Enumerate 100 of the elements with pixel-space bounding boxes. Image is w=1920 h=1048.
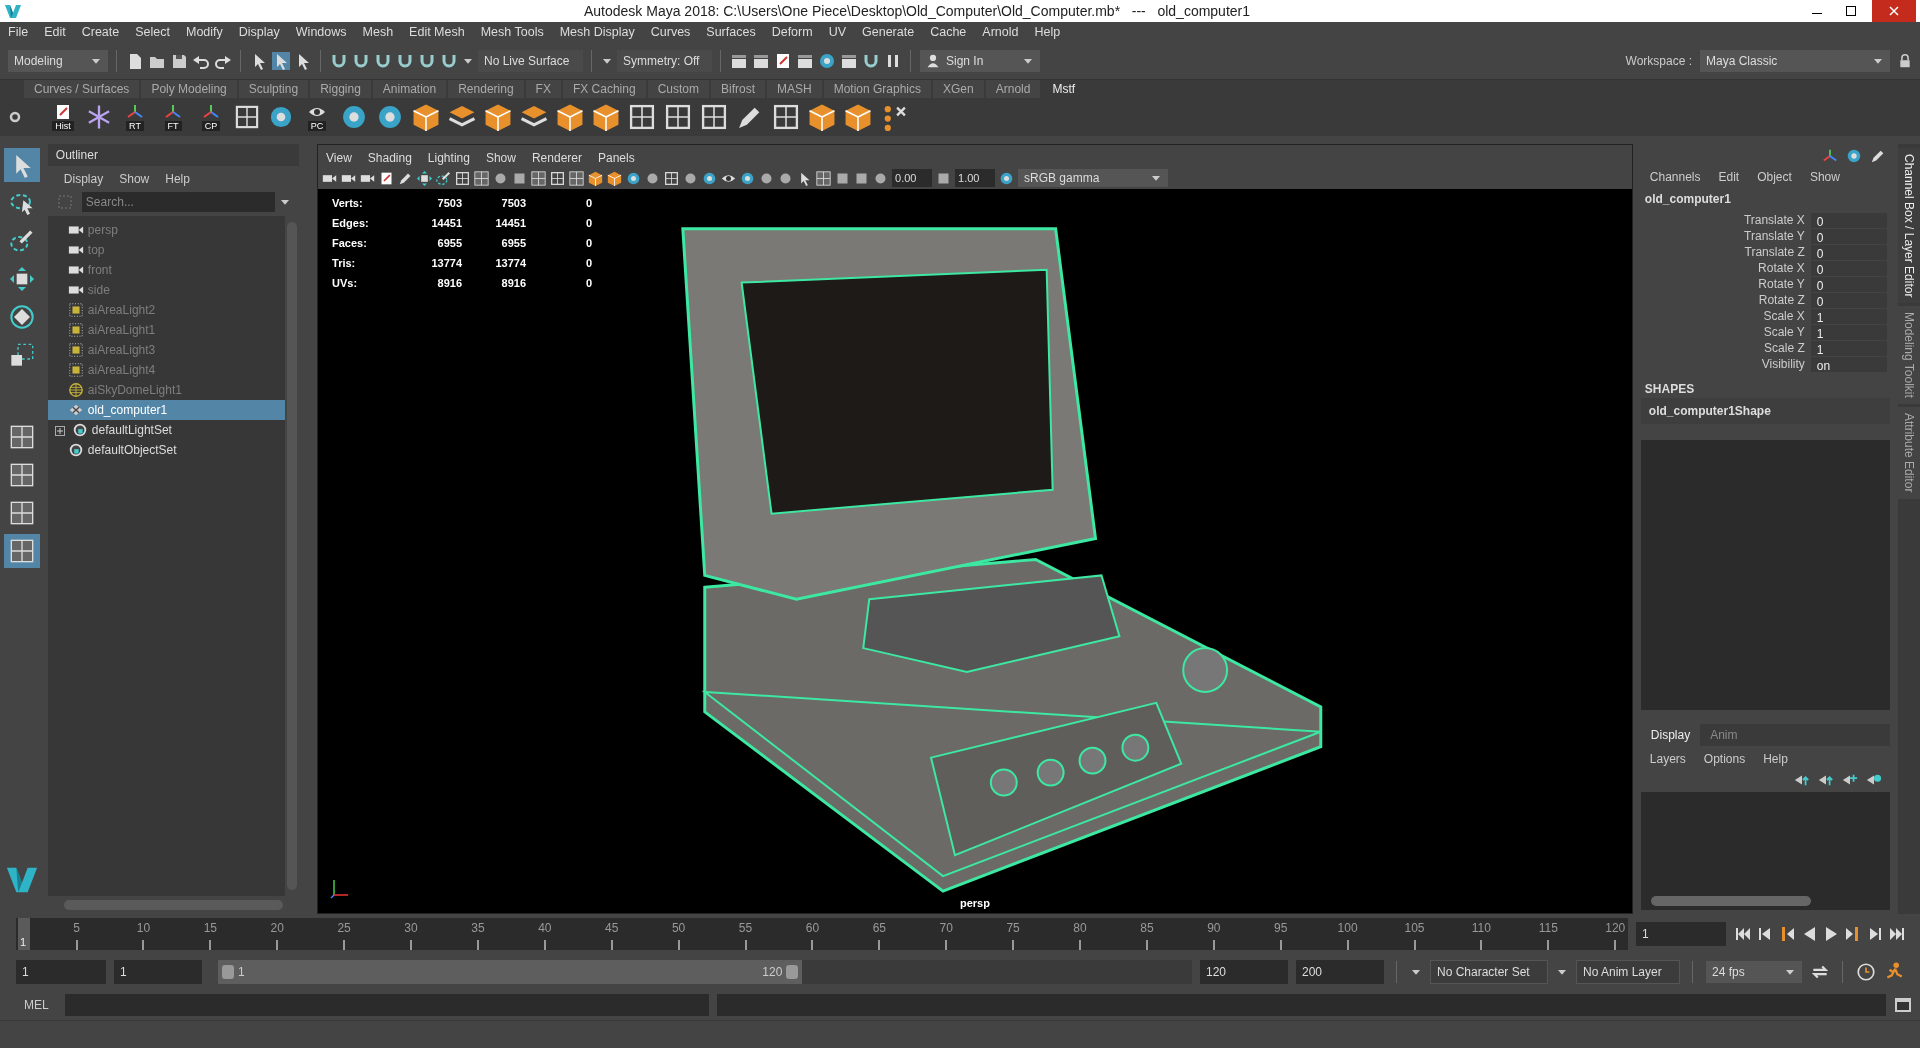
move-icon[interactable]	[9, 267, 34, 291]
menu-item[interactable]: Display	[230, 22, 288, 42]
grid-icon[interactable]	[664, 103, 692, 131]
layer-editor-tab[interactable]: Display	[1640, 724, 1701, 746]
cube-icon[interactable]	[607, 170, 622, 186]
current-frame-marker[interactable]: 1	[18, 918, 30, 950]
command-input-field[interactable]	[64, 994, 709, 1016]
menu-item[interactable]: Edit Mesh	[401, 22, 473, 42]
menu-item[interactable]: Surfaces	[698, 22, 764, 42]
menu-item[interactable]: Generate	[854, 22, 923, 42]
shelf-tab[interactable]: FX Caching	[562, 80, 646, 98]
sphere-icon[interactable]	[702, 170, 717, 186]
grid-icon[interactable]	[455, 170, 470, 186]
playback-end-field[interactable]: 120	[1200, 960, 1288, 984]
outliner-item[interactable]: old_computer1	[47, 400, 286, 420]
brush-icon[interactable]	[9, 229, 34, 253]
menu-item[interactable]: UV	[820, 22, 855, 42]
menu-item[interactable]: Deform	[763, 22, 821, 42]
grid-icon[interactable]	[234, 104, 260, 130]
layout-icon[interactable]	[816, 170, 831, 186]
character-set-field[interactable]: No Character Set	[1430, 960, 1548, 984]
menu-item[interactable]: Cache	[922, 22, 975, 42]
shelf-tab[interactable]: Sculpting	[238, 80, 309, 98]
layout-icon[interactable]	[474, 170, 489, 186]
mode-dropdown[interactable]: Modeling	[8, 49, 108, 72]
outliner-item[interactable]: defaultObjectSet	[47, 440, 286, 460]
sphere-icon[interactable]	[740, 170, 755, 186]
shelf-tab[interactable]: MASH	[767, 80, 822, 98]
cube-icon[interactable]	[844, 103, 872, 131]
lock-icon[interactable]	[1898, 53, 1912, 68]
shelf-tab[interactable]: XGen	[933, 80, 984, 98]
side-tab[interactable]: Attribute Editor	[1898, 407, 1920, 499]
layout-icon[interactable]	[9, 425, 34, 449]
grid-icon[interactable]	[664, 170, 679, 186]
asterisk-icon[interactable]	[86, 104, 112, 130]
menu-item[interactable]: Help	[1026, 22, 1069, 42]
command-language-label[interactable]: MEL	[16, 996, 57, 1014]
menu-item[interactable]: Show	[119, 170, 150, 188]
brush-icon[interactable]	[436, 170, 451, 186]
menu-item[interactable]: Shading	[359, 149, 420, 163]
sphere-icon[interactable]	[376, 103, 404, 131]
shape-row[interactable]: old_computer1Shape	[1640, 398, 1890, 424]
channel-value-field[interactable]: 0	[1810, 260, 1887, 276]
color-space-dropdown[interactable]: sRGB gamma	[1018, 169, 1168, 187]
menu-item[interactable]: Layers	[1640, 750, 1695, 768]
shelf-tab[interactable]: Motion Graphics	[823, 80, 932, 98]
gamma-field[interactable]: 1.00	[955, 169, 995, 187]
symmetry-field[interactable]: Symmetry: Off	[617, 49, 712, 72]
shelf-tab[interactable]: Arnold	[985, 80, 1041, 98]
go-to-end-icon[interactable]	[1888, 925, 1906, 943]
workspace-dropdown[interactable]: Maya Classic	[1700, 49, 1890, 72]
channel-value-field[interactable]: 0	[1810, 276, 1887, 292]
shelf-button[interactable]: PC	[302, 103, 332, 131]
layout-icon[interactable]	[569, 170, 584, 186]
channel-value-field[interactable]: 0	[1810, 244, 1887, 260]
menu-item[interactable]: View	[318, 149, 360, 163]
shelf-tab[interactable]: Custom	[647, 80, 709, 98]
maximize-button[interactable]	[1846, 6, 1856, 16]
shelf-button[interactable]: RT	[120, 103, 150, 131]
channel-value-field[interactable]: 0	[1810, 212, 1887, 228]
fps-dropdown[interactable]: 24 fps	[1706, 961, 1802, 983]
menu-item[interactable]: Channels	[1640, 168, 1710, 186]
menu-item[interactable]: Mesh Display	[551, 22, 643, 42]
channel-value-field[interactable]: 1	[1810, 308, 1887, 324]
shelf-tab[interactable]: Poly Modeling	[141, 80, 237, 98]
settings-icon[interactable]	[8, 110, 22, 124]
search-field[interactable]: Search...	[81, 192, 276, 212]
layout-icon[interactable]	[9, 463, 34, 487]
menu-item[interactable]: Curves	[642, 22, 699, 42]
grid-icon[interactable]	[628, 103, 656, 131]
sphere-icon[interactable]	[999, 170, 1014, 186]
menu-item[interactable]: Windows	[287, 22, 355, 42]
channel-value-field[interactable]: on	[1810, 356, 1887, 372]
menu-item[interactable]: Select	[127, 22, 178, 42]
channel-value-field[interactable]: 0	[1810, 292, 1887, 308]
anim-layer-field[interactable]: No Anim Layer	[1576, 960, 1680, 984]
menu-item[interactable]: Display	[63, 170, 104, 188]
menu-item[interactable]: Panels	[589, 149, 643, 163]
sphere-icon[interactable]	[340, 103, 368, 131]
note-icon[interactable]	[774, 51, 792, 70]
scrollbar[interactable]	[1650, 896, 1811, 906]
grid-icon[interactable]	[700, 103, 728, 131]
pencil-icon[interactable]	[1870, 148, 1886, 164]
cube-icon[interactable]	[588, 170, 603, 186]
axes-icon[interactable]	[1822, 148, 1838, 164]
menu-item[interactable]: Modify	[178, 22, 231, 42]
menu-item[interactable]: Help	[1754, 750, 1797, 768]
layout-icon[interactable]	[531, 170, 546, 186]
shelf-tab[interactable]: Rendering	[448, 80, 524, 98]
shelf-tab[interactable]: Rigging	[310, 80, 371, 98]
channel-value-field[interactable]: 1	[1810, 324, 1887, 340]
playback-start-field[interactable]: 1	[114, 960, 202, 984]
sphere-icon[interactable]	[818, 51, 836, 70]
start-frame-field[interactable]: 1	[16, 960, 106, 984]
sphere-icon[interactable]	[626, 170, 641, 186]
menu-item[interactable]: Edit	[1709, 168, 1749, 186]
side-tab[interactable]: Modeling Toolkit	[1898, 306, 1920, 405]
cube-icon[interactable]	[484, 103, 512, 131]
menu-item[interactable]: Renderer	[523, 149, 590, 163]
menu-item[interactable]: Lighting	[419, 149, 478, 163]
